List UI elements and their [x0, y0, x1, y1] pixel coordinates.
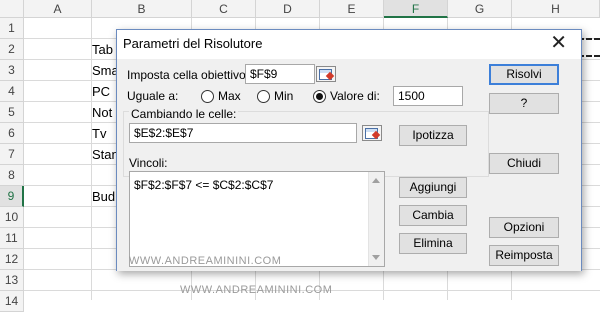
row-header-11[interactable]: 11 [0, 228, 24, 249]
row-header-8[interactable]: 8 [0, 165, 24, 186]
cell-b7[interactable]: Stan [92, 144, 119, 165]
add-button[interactable]: Aggiungi [399, 177, 467, 198]
scroll-down-icon[interactable] [372, 255, 380, 260]
radio-max-label: Max [218, 89, 241, 103]
solve-button[interactable]: Risolvi [489, 64, 559, 85]
radio-value-of-label: Valore di: [330, 89, 380, 103]
row-header-7[interactable]: 7 [0, 144, 24, 165]
range-selector-icon[interactable] [362, 125, 382, 141]
radio-value-of[interactable] [313, 90, 326, 103]
solve-button-label: Risolvi [506, 67, 542, 81]
row-header-9[interactable]: 9 [0, 186, 24, 207]
reset-button-label: Reimposta [495, 248, 553, 262]
delete-button-label: Elimina [413, 236, 453, 250]
column-header-a[interactable]: A [24, 0, 92, 18]
constraint-item[interactable]: $F$2:$F$7 <= $C$2:$C$7 [134, 178, 273, 192]
column-header-h[interactable]: H [512, 0, 600, 18]
equal-to-label: Uguale a: [127, 89, 179, 103]
value-of-input[interactable]: 1500 [393, 86, 463, 106]
cell-b3[interactable]: Sma [92, 60, 119, 81]
radio-min-label: Min [274, 89, 294, 103]
column-header-g[interactable]: G [448, 0, 512, 18]
options-button[interactable]: Opzioni [489, 217, 559, 238]
guess-button-label: Ipotizza [412, 128, 454, 142]
row-header-12[interactable]: 12 [0, 249, 24, 270]
radio-max[interactable] [201, 90, 214, 103]
change-button-label: Cambia [412, 208, 454, 222]
options-button-label: Opzioni [503, 220, 545, 234]
column-header-b[interactable]: B [92, 0, 192, 18]
column-header-c[interactable]: C [192, 0, 256, 18]
radio-min[interactable] [257, 90, 270, 103]
objective-label: Imposta cella obiettivo [127, 68, 246, 82]
dialog-body: Imposta cella obiettivo $F$9 Risolvi Ugu… [117, 59, 581, 271]
scroll-up-icon[interactable] [372, 178, 380, 183]
dialog-title: Parametri del Risolutore [123, 36, 263, 51]
change-button[interactable]: Cambia [399, 205, 467, 226]
row-header-6[interactable]: 6 [0, 123, 24, 144]
add-button-label: Aggiungi [409, 180, 457, 194]
changing-cells-label: Cambiando le celle: [129, 107, 239, 121]
watermark-text: WWW.ANDREAMININI.COM [180, 284, 333, 296]
row-header-1[interactable]: 1 [0, 18, 24, 39]
column-header-f[interactable]: F [384, 0, 448, 18]
cell-b5[interactable]: Not [92, 102, 112, 123]
delete-button[interactable]: Elimina [399, 233, 467, 254]
row-header-5[interactable]: 5 [0, 102, 24, 123]
row-header-3[interactable]: 3 [0, 60, 24, 81]
help-button-label: ? [520, 96, 528, 110]
solver-parameters-dialog: Parametri del Risolutore ✕ Imposta cella… [116, 29, 582, 271]
constraints-label: Vincoli: [129, 156, 168, 170]
close-button-label: Chiudi [506, 156, 542, 170]
range-selector-icon[interactable] [316, 66, 336, 82]
constraints-scrollbar[interactable] [368, 172, 384, 266]
close-icon[interactable]: ✕ [550, 32, 567, 54]
select-all-corner[interactable] [0, 0, 24, 18]
objective-cell-input[interactable]: $F$9 [245, 64, 315, 84]
reset-button[interactable]: Reimposta [489, 245, 559, 266]
help-button[interactable]: ? [489, 93, 559, 114]
close-button[interactable]: Chiudi [489, 153, 559, 174]
guess-button[interactable]: Ipotizza [399, 125, 467, 146]
row-header-4[interactable]: 4 [0, 81, 24, 102]
row-header-2[interactable]: 2 [0, 39, 24, 60]
constraints-list[interactable]: $F$2:$F$7 <= $C$2:$C$7 [129, 171, 385, 267]
column-header-e[interactable]: E [320, 0, 384, 18]
row-header-13[interactable]: 13 [0, 270, 24, 291]
cell-b6[interactable]: Tv [92, 123, 106, 144]
cell-b9[interactable]: Bud [92, 186, 115, 207]
row-header-14[interactable]: 14 [0, 291, 24, 312]
column-header-d[interactable]: D [256, 0, 320, 18]
changing-cells-input[interactable]: $E$2:$E$7 [129, 123, 357, 143]
watermark-text: WWW.ANDREAMININI.COM [129, 255, 282, 267]
row-header-10[interactable]: 10 [0, 207, 24, 228]
cell-b2[interactable]: Tab [92, 39, 113, 60]
cell-b4[interactable]: PC [92, 81, 110, 102]
